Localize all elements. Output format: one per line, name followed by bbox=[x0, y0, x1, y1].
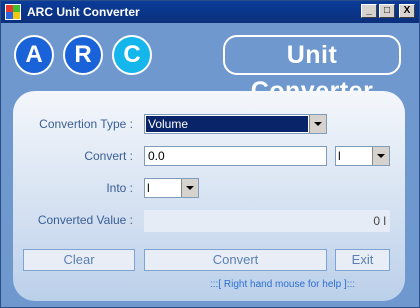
from-unit-select[interactable]: l bbox=[335, 146, 390, 166]
app-window: ARC Unit Converter _ □ X A R C Unit Conv… bbox=[0, 0, 420, 308]
brand-title: Unit Converter bbox=[223, 35, 401, 105]
window-controls: _ □ X bbox=[361, 4, 415, 18]
clear-button[interactable]: Clear bbox=[23, 249, 135, 271]
logo-letter-c: C bbox=[112, 35, 152, 75]
minimize-button[interactable]: _ bbox=[361, 4, 377, 18]
logo-letter-a: A bbox=[14, 35, 54, 75]
converter-panel: Convertion Type : Volume Convert : 0.0 l… bbox=[13, 91, 405, 301]
maximize-button[interactable]: □ bbox=[379, 4, 395, 18]
header: A R C Unit Converter bbox=[1, 23, 419, 105]
window-title: ARC Unit Converter bbox=[27, 5, 140, 19]
convert-label: Convert : bbox=[84, 149, 133, 163]
conversion-type-select[interactable]: Volume bbox=[144, 114, 327, 134]
into-label: Into : bbox=[106, 181, 133, 195]
chevron-down-icon[interactable] bbox=[181, 179, 198, 197]
chevron-down-icon[interactable] bbox=[309, 115, 326, 133]
into-unit-value: l bbox=[147, 181, 150, 195]
logo-letter-r: R bbox=[63, 35, 103, 75]
close-button[interactable]: X bbox=[399, 4, 415, 18]
chevron-down-icon[interactable] bbox=[372, 147, 389, 165]
title-bar[interactable]: ARC Unit Converter _ □ X bbox=[1, 1, 419, 23]
converted-value-field: 0 l bbox=[144, 210, 390, 232]
conversion-type-value: Volume bbox=[146, 116, 308, 132]
exit-button[interactable]: Exit bbox=[335, 249, 390, 271]
converted-value-label: Converted Value : bbox=[37, 213, 133, 227]
app-icon bbox=[5, 4, 21, 20]
convert-button[interactable]: Convert bbox=[144, 249, 327, 271]
convert-input[interactable]: 0.0 bbox=[144, 146, 327, 166]
help-hint: :::[ Right hand mouse for help ]::: bbox=[210, 279, 356, 290]
conversion-type-label: Convertion Type : bbox=[39, 117, 133, 131]
into-unit-select[interactable]: l bbox=[144, 178, 199, 198]
from-unit-value: l bbox=[338, 149, 341, 163]
